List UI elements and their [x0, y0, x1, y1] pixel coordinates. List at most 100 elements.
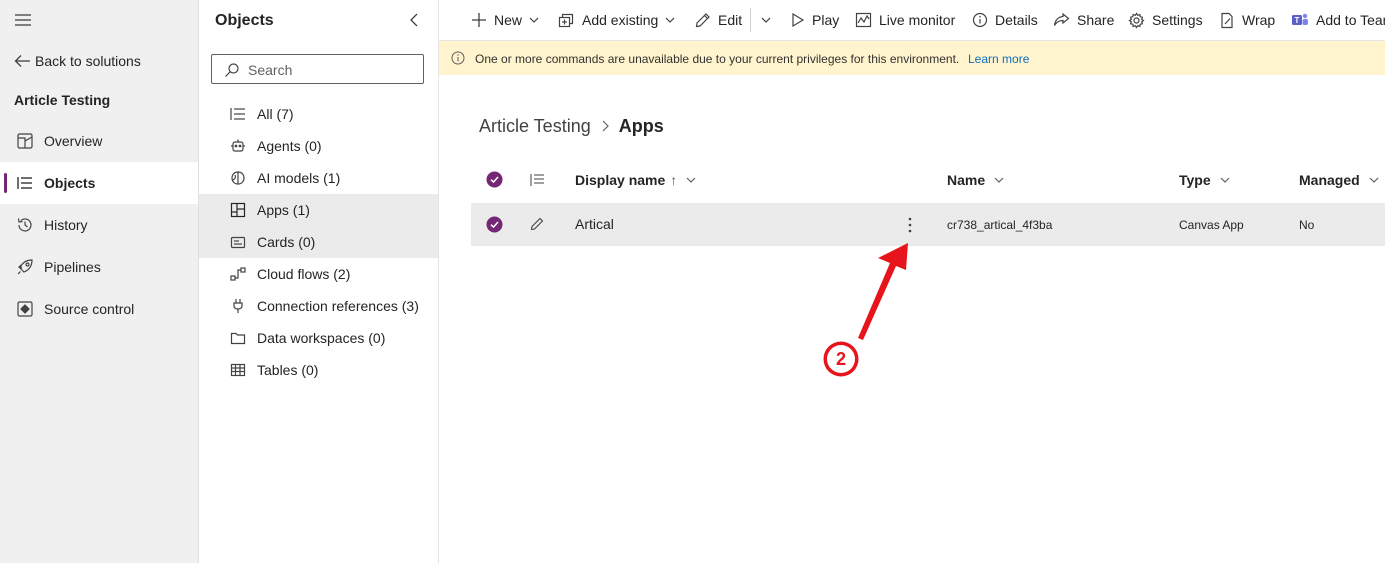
column-header-display-name[interactable]: Display name ↑ — [575, 168, 697, 192]
edit-button[interactable]: Edit — [695, 0, 742, 40]
nav-item-label: Source control — [44, 301, 135, 317]
object-item-label: Tables (0) — [257, 362, 319, 378]
edit-dropdown-chevron[interactable] — [760, 0, 779, 40]
nav-item-history[interactable]: History — [0, 204, 198, 246]
object-item-data-workspaces[interactable]: Data workspaces (0) — [199, 322, 438, 354]
row-type: Canvas App — [1179, 218, 1244, 232]
object-item-label: Cards (0) — [257, 234, 316, 250]
share-label: Share — [1077, 12, 1115, 28]
brain-icon — [230, 170, 246, 186]
back-to-solutions-label: Back to solutions — [35, 53, 141, 69]
live-monitor-label: Live monitor — [879, 12, 956, 28]
objects-panel-title: Objects — [215, 12, 274, 29]
plus-icon — [472, 13, 486, 27]
object-item-label: Data workspaces (0) — [257, 330, 386, 346]
live-monitor-icon — [855, 12, 872, 28]
table-row[interactable]: Artical cr738_artical_4f3ba Canvas App N… — [471, 203, 1385, 246]
edit-row-pencil-icon[interactable] — [530, 217, 544, 231]
object-item-cards[interactable]: Cards (0) — [199, 226, 438, 258]
left-navigation: Back to solutions Article Testing Overvi… — [0, 0, 199, 563]
chevron-down-icon — [686, 177, 696, 183]
search-placeholder: Search — [248, 62, 293, 78]
chevron-down-icon — [994, 177, 1004, 183]
row-checkbox[interactable] — [486, 216, 503, 233]
solution-title: Article Testing — [14, 92, 111, 108]
share-icon — [1053, 12, 1070, 26]
table-icon — [230, 362, 246, 378]
more-options-icon[interactable] — [907, 216, 913, 234]
object-item-cloud-flows[interactable]: Cloud flows (2) — [199, 258, 438, 290]
learn-more-link[interactable]: Learn more — [968, 52, 1029, 66]
object-item-apps[interactable]: Apps (1) — [199, 194, 438, 226]
chevron-down-icon — [761, 17, 771, 23]
nav-item-overview[interactable]: Overview — [0, 120, 198, 162]
nav-item-label: History — [44, 217, 88, 233]
object-item-all[interactable]: All (7) — [199, 98, 438, 130]
object-item-label: Connection references (3) — [257, 298, 419, 314]
select-all-checkbox[interactable] — [486, 171, 503, 188]
live-monitor-button[interactable]: Live monitor — [855, 0, 955, 40]
annotation-step-badge: 2 — [822, 340, 860, 378]
details-label: Details — [995, 12, 1038, 28]
gear-icon — [1128, 11, 1145, 29]
column-header-label: Name — [947, 172, 986, 188]
nav-item-label: Pipelines — [44, 259, 101, 275]
warning-message: One or more commands are unavailable due… — [475, 52, 960, 66]
source-control-icon — [16, 300, 34, 318]
object-item-tables[interactable]: Tables (0) — [199, 354, 438, 386]
edit-label: Edit — [718, 12, 743, 28]
breadcrumb-parent[interactable]: Article Testing — [479, 116, 591, 137]
column-options-icon[interactable] — [529, 172, 545, 188]
add-existing-label: Add existing — [582, 12, 659, 28]
object-item-connection-references[interactable]: Connection references (3) — [199, 290, 438, 322]
row-managed: No — [1299, 218, 1315, 232]
new-button[interactable]: New — [471, 0, 547, 40]
play-button[interactable]: Play — [791, 0, 839, 40]
column-header-label: Display name — [575, 172, 666, 188]
details-button[interactable]: Details — [972, 0, 1038, 40]
nav-item-objects[interactable]: Objects — [0, 162, 198, 204]
objects-panel: Objects Search All (7) Agents (0) AI mod… — [199, 0, 439, 563]
list-icon — [230, 106, 246, 122]
command-bar: New Add existing Edit Play Live monitor … — [439, 0, 1385, 41]
annotation-step-number: 2 — [835, 349, 846, 369]
settings-button[interactable]: Settings — [1128, 0, 1203, 40]
flow-icon — [230, 266, 246, 282]
hamburger-menu-icon[interactable] — [14, 13, 32, 27]
row-display-name[interactable]: Artical — [575, 216, 614, 232]
column-header-managed[interactable]: Managed — [1299, 168, 1380, 192]
wrap-icon — [1221, 12, 1233, 28]
info-icon — [972, 12, 988, 28]
nav-item-source-control[interactable]: Source control — [0, 288, 198, 330]
teams-icon: T — [1292, 13, 1308, 25]
sort-ascending-icon: ↑ — [670, 172, 678, 188]
apps-icon — [230, 202, 246, 218]
plug-icon — [230, 298, 246, 314]
add-to-teams-button[interactable]: T Add to Teams — [1291, 0, 1385, 40]
objects-icon — [16, 174, 34, 192]
breadcrumb: Article Testing Apps — [479, 113, 664, 139]
card-icon — [230, 234, 246, 250]
nav-item-pipelines[interactable]: Pipelines — [0, 246, 198, 288]
column-header-label: Type — [1179, 172, 1211, 188]
share-button[interactable]: Share — [1053, 0, 1114, 40]
object-item-ai-models[interactable]: AI models (1) — [199, 162, 438, 194]
overview-icon — [16, 132, 34, 150]
rocket-icon — [16, 258, 34, 276]
back-to-solutions-link[interactable]: Back to solutions — [14, 50, 141, 72]
object-item-agents[interactable]: Agents (0) — [199, 130, 438, 162]
object-item-label: Agents (0) — [257, 138, 322, 154]
chevron-down-icon — [665, 17, 675, 23]
privileges-warning-bar: One or more commands are unavailable due… — [439, 41, 1385, 75]
wrap-button[interactable]: Wrap — [1219, 0, 1275, 40]
column-header-type[interactable]: Type — [1179, 168, 1231, 192]
nav-item-label: Objects — [44, 175, 96, 191]
history-icon — [16, 216, 34, 234]
collapse-panel-chevron-icon[interactable] — [408, 12, 420, 28]
chevron-down-icon — [1369, 177, 1379, 183]
search-input[interactable]: Search — [211, 54, 424, 84]
chevron-down-icon — [1220, 177, 1230, 183]
settings-label: Settings — [1152, 12, 1203, 28]
column-header-name[interactable]: Name — [947, 168, 1005, 192]
add-existing-button[interactable]: Add existing — [558, 0, 683, 40]
